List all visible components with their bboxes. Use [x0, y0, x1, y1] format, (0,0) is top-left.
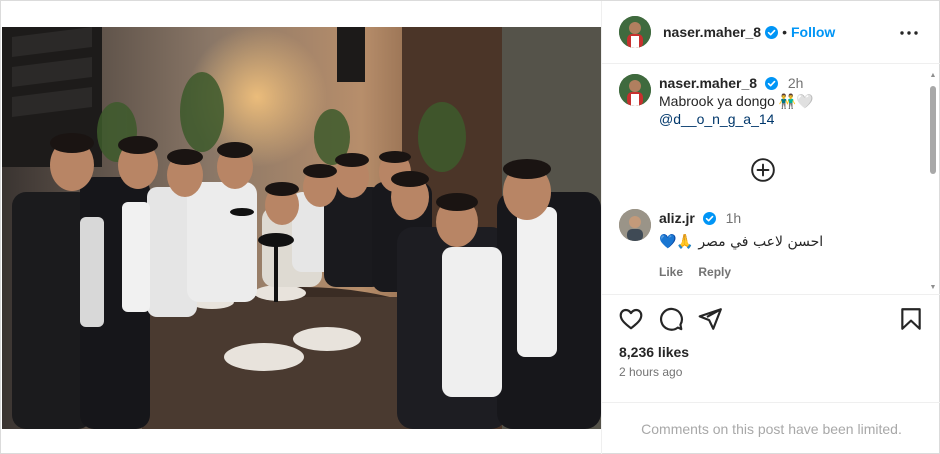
post-photo[interactable]	[2, 27, 601, 429]
comments-limited-text: Comments on this post have been limited.	[641, 420, 902, 437]
commenter-avatar[interactable]	[619, 209, 651, 241]
likes-count[interactable]: 8,236 likes	[619, 344, 689, 360]
follow-button[interactable]: Follow	[791, 24, 835, 40]
scroll-up-arrow-icon[interactable]: ▲	[929, 72, 937, 80]
comment-like-button[interactable]: Like	[659, 265, 683, 279]
post-header: naser.maher_8 • Follow	[602, 1, 940, 64]
comment-reply-button[interactable]: Reply	[698, 265, 731, 279]
heart-icon[interactable]	[618, 306, 644, 332]
caption-text: Mabrook ya dongo 👬🤍	[659, 93, 814, 109]
verified-badge-icon	[765, 25, 779, 39]
scrollbar-thumb[interactable]	[930, 86, 936, 174]
verified-badge-icon	[764, 77, 778, 90]
comments-scrollbar[interactable]: ▲ ▼	[929, 72, 937, 292]
author-username[interactable]: naser.maher_8	[663, 24, 761, 40]
instagram-post-frame: naser.maher_8 • Follow naser.maher_8 2h …	[0, 0, 940, 454]
author-avatar[interactable]	[619, 16, 651, 48]
caption-username[interactable]: naser.maher_8	[659, 75, 757, 91]
caption-mention[interactable]: @d__o_n_g_a_14	[659, 110, 919, 128]
add-circle-icon[interactable]	[750, 157, 776, 183]
comment-time[interactable]: 1h	[726, 210, 742, 226]
comment-icon[interactable]	[658, 306, 684, 332]
comments-section[interactable]: naser.maher_8 2h Mabrook ya dongo 👬🤍 @d_…	[602, 64, 940, 295]
caption-time[interactable]: 2h	[788, 75, 804, 91]
bookmark-icon[interactable]	[898, 306, 924, 332]
more-icon	[900, 31, 918, 35]
separator-dot: •	[782, 24, 787, 40]
post-side-panel: naser.maher_8 • Follow naser.maher_8 2h …	[601, 1, 940, 454]
scroll-down-arrow-icon[interactable]: ▼	[929, 284, 937, 292]
comment-body: aliz.jr 1h احسن لاعب في مصر 🙏💙 Like Repl…	[659, 209, 919, 281]
more-options-button[interactable]	[899, 23, 919, 43]
verified-badge-icon	[702, 212, 716, 225]
group-dinner-photo	[2, 27, 601, 429]
comment-actions: Like Reply	[659, 263, 919, 281]
commenter-username[interactable]: aliz.jr	[659, 210, 695, 226]
caption-body: naser.maher_8 2h Mabrook ya dongo 👬🤍 @d_…	[659, 74, 919, 128]
caption-avatar[interactable]	[619, 74, 651, 106]
comment-text: احسن لاعب في مصر 🙏💙	[659, 234, 824, 250]
comments-limited-notice: Comments on this post have been limited.	[602, 402, 940, 454]
post-actions	[602, 296, 940, 336]
share-icon[interactable]	[697, 306, 723, 332]
post-time[interactable]: 2 hours ago	[619, 365, 682, 379]
